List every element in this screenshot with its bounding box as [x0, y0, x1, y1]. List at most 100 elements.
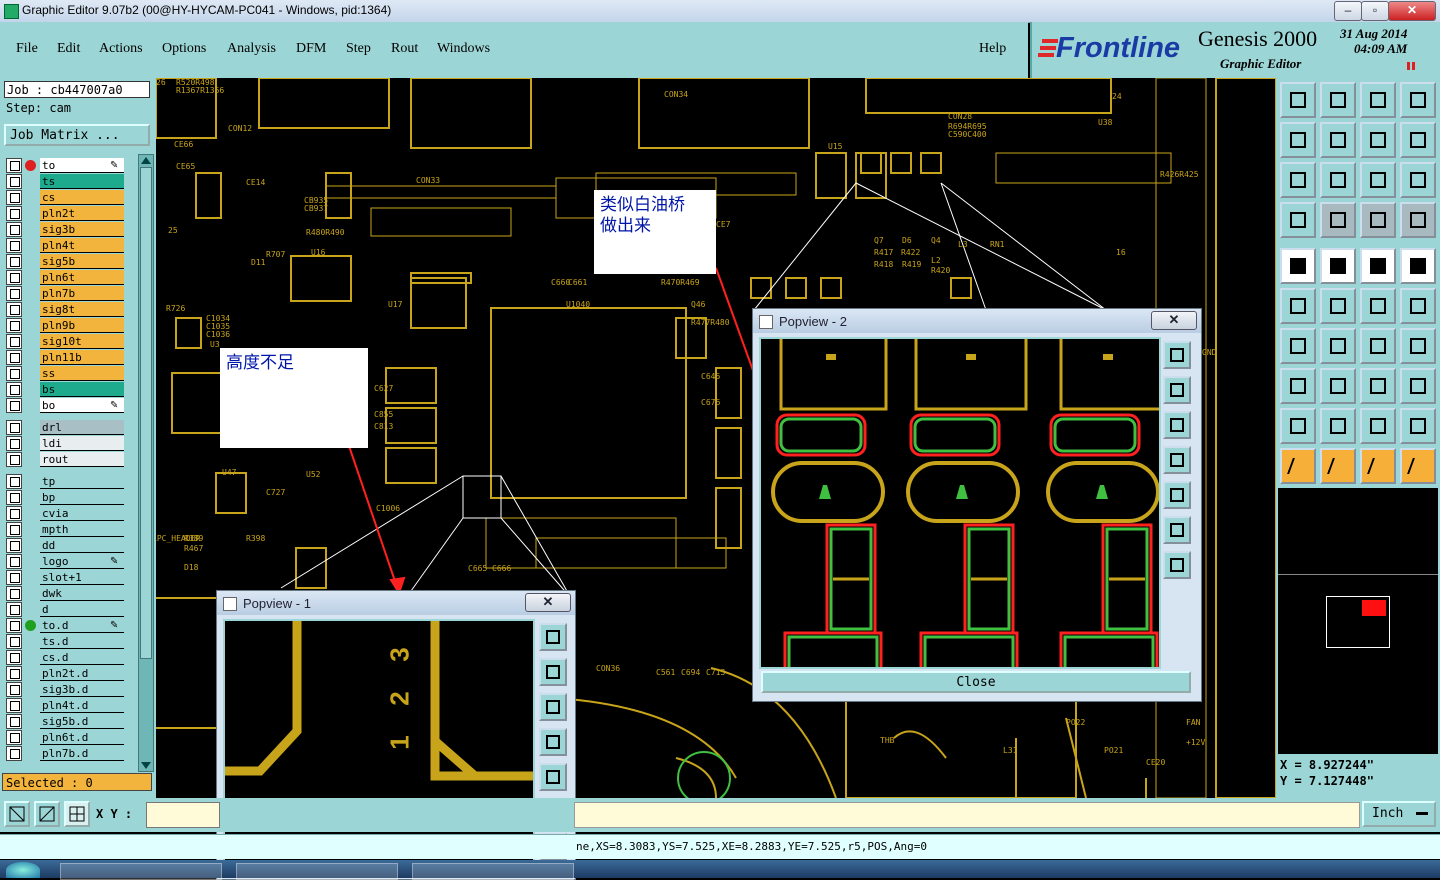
popview-page-up-icon[interactable]: [539, 658, 567, 686]
popview-zoom-in-icon[interactable]: [539, 623, 567, 651]
feature-filter-icon[interactable]: [1360, 202, 1396, 238]
layer-row[interactable]: d: [6, 602, 124, 617]
layer-row[interactable]: pln11b: [6, 350, 124, 365]
layer-checkbox[interactable]: [6, 398, 22, 413]
xy-input[interactable]: [146, 802, 220, 828]
job-matrix-button[interactable]: Job Matrix ...: [4, 124, 150, 146]
layer-checkbox[interactable]: [6, 634, 22, 649]
layer-checkbox[interactable]: [6, 206, 22, 221]
layer-name[interactable]: pln6t: [40, 270, 124, 285]
taskbar-item[interactable]: [60, 863, 222, 880]
layer-row[interactable]: ldi: [6, 436, 124, 451]
layer-row[interactable]: tp: [6, 474, 124, 489]
layer-row[interactable]: sig3b.d: [6, 682, 124, 697]
popview-page-down-icon[interactable]: [1163, 411, 1191, 439]
layer-checkbox[interactable]: [6, 318, 22, 333]
layer-name[interactable]: pln7b: [40, 286, 124, 301]
taskbar-item[interactable]: [412, 863, 574, 880]
layer-checkbox[interactable]: [6, 506, 22, 521]
layer-row[interactable]: pln6t: [6, 270, 124, 285]
menu-options[interactable]: Options: [162, 41, 206, 57]
cross-icon[interactable]: [1320, 288, 1356, 324]
layer-checkbox[interactable]: [6, 586, 22, 601]
layer-row[interactable]: pln7b.d: [6, 746, 124, 761]
layer-row[interactable]: sig5b.d: [6, 714, 124, 729]
popview-page-down-icon[interactable]: [539, 693, 567, 721]
layer-name[interactable]: mpth: [40, 522, 124, 537]
feature-select-icon[interactable]: [1400, 202, 1436, 238]
popview-page-right-icon[interactable]: [1163, 481, 1191, 509]
layer-checkbox[interactable]: [6, 302, 22, 317]
grid-toggle-icon[interactable]: [1320, 202, 1356, 238]
layer-name[interactable]: pln6t.d: [40, 730, 124, 745]
select-pointer-icon[interactable]: [1320, 448, 1356, 484]
layer-name[interactable]: rout: [40, 452, 124, 467]
layer-name[interactable]: dd: [40, 538, 124, 553]
menu-edit[interactable]: Edit: [57, 41, 80, 57]
triangle-icon[interactable]: [1280, 408, 1316, 444]
zoom-box-icon[interactable]: [4, 801, 30, 827]
layer-row[interactable]: bp: [6, 490, 124, 505]
scroll-thumb[interactable]: [140, 167, 152, 659]
layer-checkbox[interactable]: [6, 190, 22, 205]
layer-row[interactable]: slot+1: [6, 570, 124, 585]
layer-checkbox[interactable]: [6, 474, 22, 489]
layer-checkbox[interactable]: [6, 570, 22, 585]
layer-checkbox[interactable]: [6, 682, 22, 697]
window-icon[interactable]: [1400, 82, 1436, 118]
add-pad-icon[interactable]: [1280, 248, 1316, 284]
layer-name[interactable]: cs.d: [40, 650, 124, 665]
layer-row[interactable]: cs: [6, 190, 124, 205]
prev-step-icon[interactable]: [1280, 122, 1316, 158]
layer-checkbox[interactable]: [6, 698, 22, 713]
layer-name[interactable]: dwk: [40, 586, 124, 601]
undo-icon[interactable]: [1360, 328, 1396, 364]
layer-name[interactable]: bs: [40, 382, 124, 397]
menu-file[interactable]: File: [16, 41, 38, 57]
layer-row[interactable]: sig8t: [6, 302, 124, 317]
layer-row[interactable]: sig5b: [6, 254, 124, 269]
layer-down-icon[interactable]: [1320, 82, 1356, 118]
fit-icon[interactable]: [1280, 162, 1316, 198]
layer-checkbox[interactable]: [6, 334, 22, 349]
layer-name[interactable]: slot+1: [40, 570, 124, 585]
layer-name[interactable]: sig3b: [40, 222, 124, 237]
layer-name[interactable]: sig5b: [40, 254, 124, 269]
layer-scrollbar[interactable]: [138, 154, 154, 772]
close-window-button[interactable]: ✕: [1388, 1, 1436, 21]
layer-checkbox[interactable]: [6, 618, 22, 633]
layer-checkbox[interactable]: [6, 666, 22, 681]
popview-page-left-icon[interactable]: [539, 728, 567, 756]
next-step-icon[interactable]: [1320, 122, 1356, 158]
popview-2-titlebar[interactable]: Popview - 2 ✕: [753, 309, 1201, 333]
popview-2-close-icon[interactable]: ✕: [1151, 311, 1197, 330]
layer-name[interactable]: drl: [40, 420, 124, 435]
layer-row[interactable]: sig3b: [6, 222, 124, 237]
arc-icon[interactable]: [1280, 328, 1316, 364]
popview-2-close-button[interactable]: Close: [761, 671, 1191, 693]
layer-row[interactable]: dwk: [6, 586, 124, 601]
layer-row[interactable]: pln4t.d: [6, 698, 124, 713]
layer-name[interactable]: pln7b.d: [40, 746, 124, 761]
layer-name[interactable]: pln4t: [40, 238, 124, 253]
layer-row[interactable]: ss: [6, 366, 124, 381]
popview-page-right-icon[interactable]: [539, 763, 567, 791]
popview-1-close-icon[interactable]: ✕: [525, 593, 571, 612]
layer-row[interactable]: rout: [6, 452, 124, 467]
layer-up-icon[interactable]: [1280, 82, 1316, 118]
job-field[interactable]: Job : cb447007a0: [4, 81, 150, 98]
layer-checkbox[interactable]: [6, 238, 22, 253]
start-button-icon[interactable]: [6, 862, 40, 878]
layer-name[interactable]: sig5b.d: [40, 714, 124, 729]
connect-icon[interactable]: [1280, 288, 1316, 324]
overview-map[interactable]: [1278, 488, 1438, 754]
restore-button[interactable]: ▫: [1361, 1, 1389, 21]
layer-checkbox[interactable]: [6, 650, 22, 665]
layer-row[interactable]: drl: [6, 420, 124, 435]
layer-name[interactable]: tp: [40, 474, 124, 489]
layer-row[interactable]: sig10t: [6, 334, 124, 349]
layer-name[interactable]: cvia: [40, 506, 124, 521]
measure-icon[interactable]: [34, 801, 60, 827]
taskbar-item[interactable]: [236, 863, 398, 880]
select-plus-icon[interactable]: [1360, 448, 1396, 484]
